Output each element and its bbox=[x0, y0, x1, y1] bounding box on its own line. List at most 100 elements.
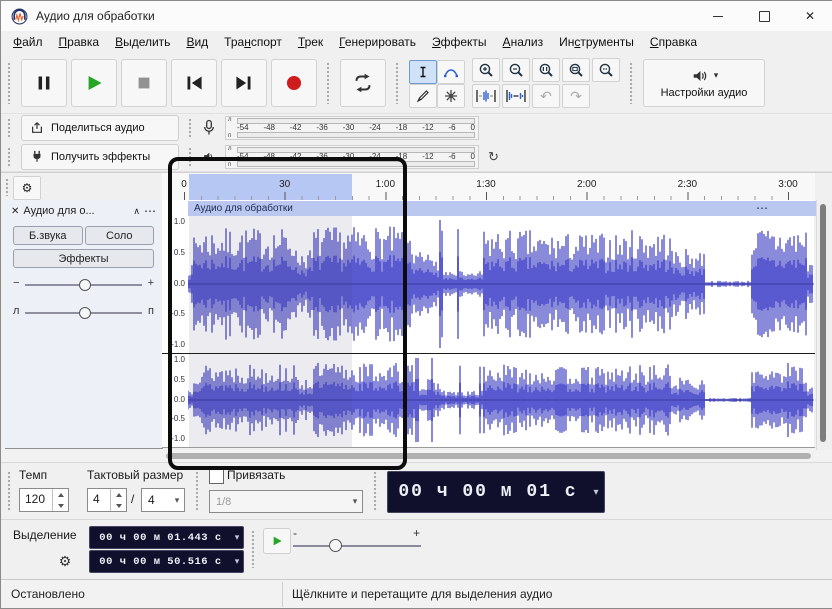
snap-checkbox[interactable] bbox=[209, 469, 224, 484]
speed-slider-thumb[interactable] bbox=[329, 539, 342, 552]
audio-setup-button[interactable]: ▾ Настройки аудио bbox=[643, 58, 765, 107]
close-button[interactable]: ✕ bbox=[787, 1, 832, 31]
multi-tool-button[interactable] bbox=[437, 83, 465, 108]
clip-header[interactable]: Аудио для обработки ⋯ bbox=[188, 201, 820, 216]
pan-slider-thumb[interactable] bbox=[79, 307, 91, 319]
timeline-ruler[interactable]: 0 30 1:00 1:30 2:00 2:30 3:00 bbox=[162, 173, 815, 202]
monitor-refresh-icon[interactable]: ↻ bbox=[488, 149, 499, 165]
toolbar-grip[interactable] bbox=[395, 61, 400, 104]
silence-selection-button[interactable] bbox=[502, 83, 530, 108]
menu-item-6[interactable]: Трек bbox=[290, 33, 331, 51]
channel-separator[interactable] bbox=[162, 353, 815, 354]
waveform-area[interactable]: Аудио для обработки ⋯ bbox=[188, 200, 820, 448]
recording-meter[interactable]: л п -54 -48 -42 -36 -30 -24 -18 -12 -6 0 bbox=[225, 115, 479, 140]
zoom-selection-button[interactable] bbox=[532, 57, 560, 82]
speed-slider-groove[interactable] bbox=[293, 545, 421, 547]
draw-tool-button[interactable] bbox=[409, 83, 437, 108]
vertical-scrollbar[interactable] bbox=[816, 200, 832, 450]
toolbar-grip[interactable] bbox=[195, 471, 200, 511]
snap-select[interactable]: 1/8 ▾ bbox=[209, 490, 363, 513]
record-button[interactable] bbox=[271, 58, 317, 107]
trim-outside-selection-button[interactable] bbox=[472, 83, 500, 108]
pan-slider[interactable]: л п bbox=[13, 302, 154, 324]
menu-item-9[interactable]: Анализ bbox=[495, 33, 552, 51]
track-menu-icon[interactable]: ⋯ bbox=[144, 204, 156, 218]
toolbar-grip[interactable] bbox=[373, 471, 378, 511]
spin-up-button[interactable] bbox=[111, 489, 126, 500]
track-effects-button[interactable]: Эффекты bbox=[13, 249, 154, 268]
selection-start-field[interactable]: 00 ч 00 м 01.443 с ▾ bbox=[89, 526, 244, 549]
tempo-input[interactable]: 120 bbox=[19, 488, 69, 512]
vertical-scale-ruler[interactable]: 1.0 0.5 0.0 -0.5 -1.0 1.0 0.5 0.0 -0.5 -1.0 bbox=[162, 200, 189, 448]
envelope-tool-button[interactable] bbox=[437, 59, 465, 84]
horizontal-scrollbar-thumb[interactable] bbox=[166, 453, 811, 459]
audio-position-display[interactable]: 00 ч 00 м 01 с ▾ bbox=[387, 471, 605, 513]
menu-item-7[interactable]: Генерировать bbox=[331, 33, 424, 51]
loop-button[interactable] bbox=[340, 58, 386, 107]
play-button[interactable] bbox=[71, 58, 117, 107]
toolbar-grip[interactable] bbox=[7, 146, 12, 167]
track-bottom-edge[interactable] bbox=[162, 447, 815, 448]
menu-item-1[interactable]: Файл bbox=[5, 33, 51, 51]
vertical-scrollbar-thumb[interactable] bbox=[820, 204, 826, 442]
selection-options-button[interactable]: ⚙ bbox=[53, 550, 77, 572]
spin-up-button[interactable] bbox=[53, 489, 68, 500]
minimize-button[interactable] bbox=[695, 1, 741, 31]
menu-item-5[interactable]: Транспорт bbox=[216, 33, 290, 51]
toolbar-grip[interactable] bbox=[251, 530, 256, 568]
menu-item-11[interactable]: Справка bbox=[642, 33, 705, 51]
selection-tool-button[interactable] bbox=[409, 59, 437, 84]
zoom-in-button[interactable] bbox=[472, 57, 500, 82]
toolbar-grip[interactable] bbox=[188, 117, 193, 138]
playback-meter[interactable]: л п -54 -48 -42 -36 -30 -24 -18 -12 -6 0 bbox=[225, 144, 479, 169]
mute-button[interactable]: Б.звука bbox=[13, 226, 83, 245]
selection-end-field[interactable]: 00 ч 00 м 50.516 с ▾ bbox=[89, 550, 244, 573]
track-control-panel[interactable]: ✕ Аудио для о... ∧ ⋯ Б.звука Соло Эффект… bbox=[5, 200, 163, 449]
clip-menu-icon[interactable]: ⋯ bbox=[756, 201, 768, 215]
tempo-spinner[interactable] bbox=[52, 489, 68, 511]
zoom-fit-project-button[interactable] bbox=[562, 57, 590, 82]
skip-to-start-button[interactable] bbox=[171, 58, 217, 107]
share-audio-button[interactable]: Поделиться аудио bbox=[21, 114, 179, 141]
redo-button[interactable]: ↷ bbox=[562, 83, 590, 108]
selection-start-value[interactable]: 00 ч 00 м 01.443 с bbox=[90, 532, 231, 544]
gain-slider-thumb[interactable] bbox=[79, 279, 91, 291]
menu-item-8[interactable]: Эффекты bbox=[424, 33, 495, 51]
maximize-button[interactable] bbox=[741, 1, 787, 31]
selection-end-value[interactable]: 00 ч 00 м 50.516 с bbox=[90, 556, 231, 568]
chevron-down-icon[interactable]: ▾ bbox=[588, 487, 604, 498]
pause-button[interactable] bbox=[21, 58, 67, 107]
solo-button[interactable]: Соло bbox=[84, 226, 154, 245]
gain-slider[interactable]: − + bbox=[13, 274, 154, 296]
play-at-speed-button[interactable] bbox=[263, 528, 291, 554]
track-collapse-icon[interactable]: ∧ bbox=[133, 206, 140, 217]
beats-spinner[interactable] bbox=[110, 489, 126, 511]
timeline-options-button[interactable]: ⚙ bbox=[13, 176, 41, 200]
chevron-down-icon[interactable]: ▾ bbox=[231, 532, 243, 543]
zoom-out-button[interactable] bbox=[502, 57, 530, 82]
beats-input[interactable]: 4 bbox=[87, 488, 127, 512]
toolbar-grip[interactable] bbox=[326, 61, 331, 104]
toolbar-grip[interactable] bbox=[7, 61, 12, 104]
audio-position-value[interactable]: 00 ч 00 м 01 с bbox=[388, 482, 588, 502]
track-close-icon[interactable]: ✕ bbox=[11, 206, 19, 217]
chevron-down-icon[interactable]: ▾ bbox=[231, 556, 243, 567]
toolbar-grip[interactable] bbox=[5, 178, 10, 196]
toolbar-grip[interactable] bbox=[7, 117, 12, 138]
undo-button[interactable]: ↶ bbox=[532, 83, 560, 108]
toolbar-grip[interactable] bbox=[629, 61, 634, 104]
beats-value[interactable]: 4 bbox=[88, 489, 110, 511]
skip-to-end-button[interactable] bbox=[221, 58, 267, 107]
toolbar-grip[interactable] bbox=[188, 146, 193, 167]
denominator-select[interactable]: 4 ▾ bbox=[141, 488, 185, 512]
menu-item-10[interactable]: Инструменты bbox=[551, 33, 642, 51]
get-effects-button[interactable]: Получить эффекты bbox=[21, 143, 179, 170]
spin-down-button[interactable] bbox=[111, 500, 126, 511]
menu-item-3[interactable]: Выделить bbox=[107, 33, 178, 51]
horizontal-scrollbar[interactable] bbox=[1, 450, 832, 462]
menu-item-2[interactable]: Правка bbox=[51, 33, 108, 51]
stop-button[interactable] bbox=[121, 58, 167, 107]
track-name[interactable]: Аудио для о... bbox=[23, 205, 129, 217]
tempo-value[interactable]: 120 bbox=[20, 489, 52, 511]
toolbar-grip[interactable] bbox=[7, 471, 12, 511]
